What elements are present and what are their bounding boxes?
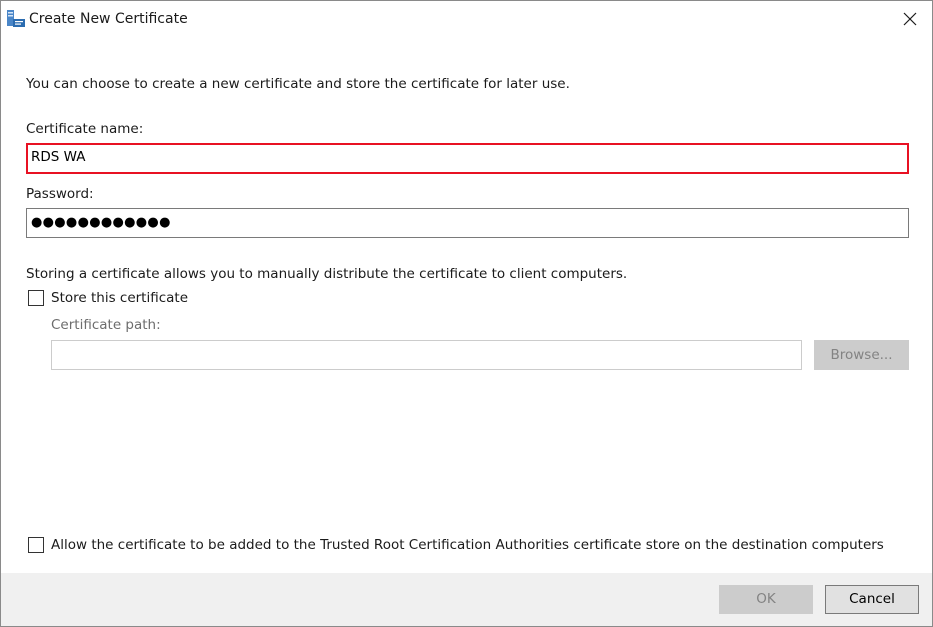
password-label: Password: (26, 186, 94, 202)
intro-text: You can choose to create a new certifica… (26, 76, 570, 92)
ok-button[interactable]: OK (719, 585, 813, 614)
certificate-server-icon (6, 9, 26, 29)
create-certificate-dialog: Create New Certificate You can choose to… (0, 0, 933, 627)
password-field[interactable]: ●●●●●●●●●●●● (26, 208, 909, 238)
certificate-path-field[interactable] (51, 340, 802, 370)
certificate-name-label: Certificate name: (26, 121, 144, 137)
password-value: ●●●●●●●●●●●● (31, 215, 171, 230)
store-description: Storing a certificate allows you to manu… (26, 266, 628, 282)
close-icon (903, 12, 917, 26)
cancel-button[interactable]: Cancel (825, 585, 919, 614)
dialog-footer: OK Cancel (1, 573, 932, 626)
store-certificate-checkbox[interactable] (28, 290, 44, 306)
browse-button[interactable]: Browse... (814, 340, 909, 370)
trusted-root-label[interactable]: Allow the certificate to be added to the… (51, 537, 884, 553)
certificate-name-value: RDS WA (31, 149, 86, 165)
dialog-title: Create New Certificate (29, 11, 188, 27)
certificate-name-field[interactable]: RDS WA (26, 143, 909, 174)
certificate-path-label: Certificate path: (51, 317, 161, 333)
title-bar: Create New Certificate (1, 1, 932, 37)
trusted-root-checkbox[interactable] (28, 537, 44, 553)
store-certificate-label[interactable]: Store this certificate (51, 290, 188, 306)
close-button[interactable] (890, 3, 930, 35)
